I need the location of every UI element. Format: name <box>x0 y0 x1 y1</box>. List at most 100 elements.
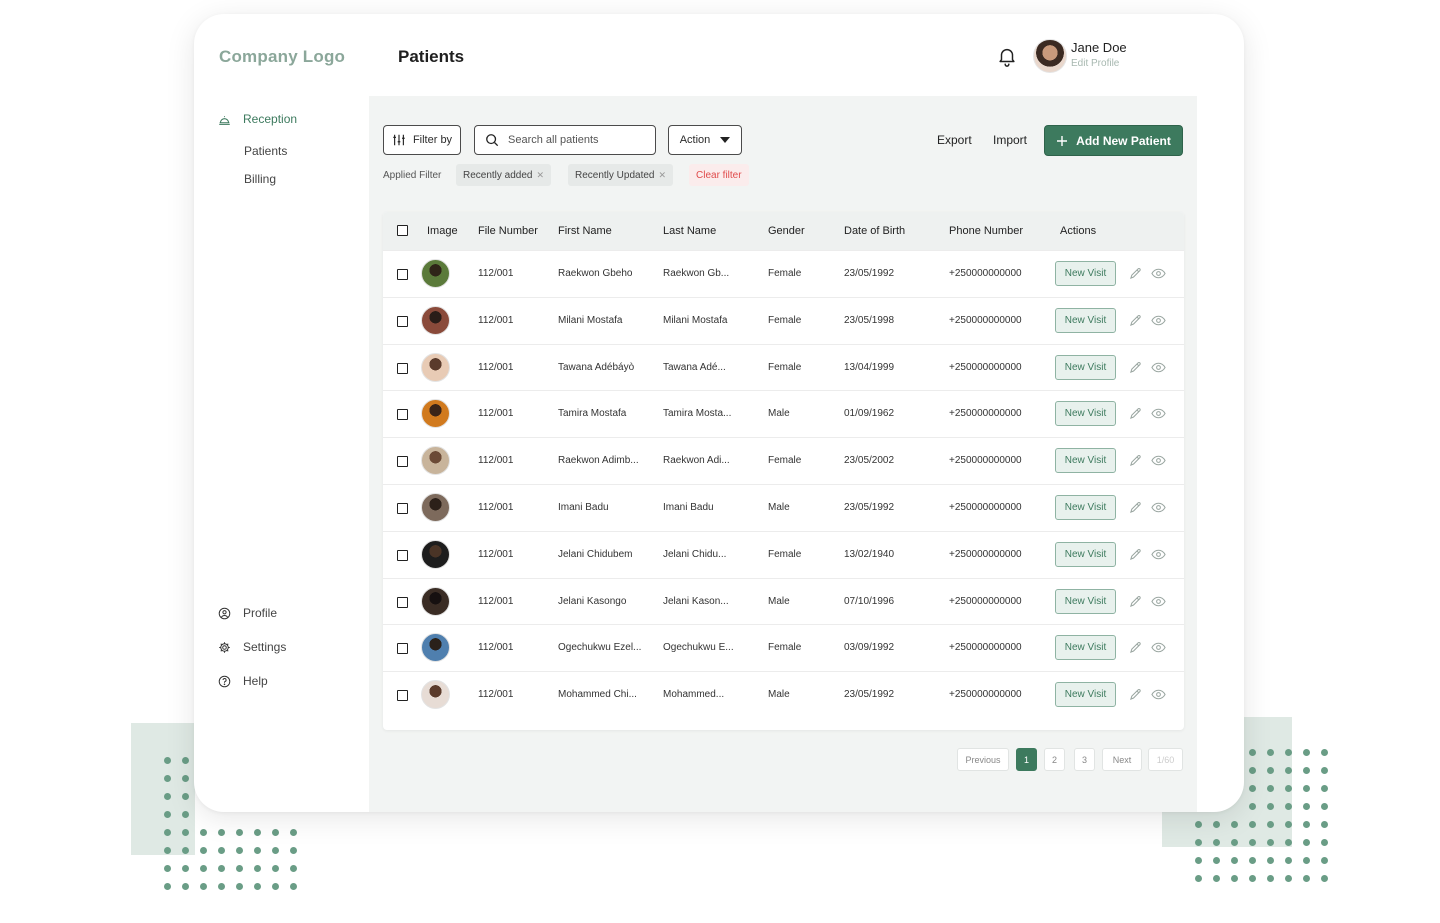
eye-icon[interactable] <box>1151 502 1166 513</box>
filter-chip-recently-updated[interactable]: Recently Updated ✕ <box>568 164 674 186</box>
first-name-cell: Jelani Kasongo <box>558 595 627 607</box>
date-of-birth-cell: 23/05/1992 <box>844 689 895 701</box>
eye-icon[interactable] <box>1151 549 1166 560</box>
row-checkbox[interactable] <box>397 456 408 468</box>
gender-cell: Female <box>768 314 802 326</box>
company-logo: Company Logo <box>219 47 346 66</box>
filter-chip-recently-added[interactable]: Recently added ✕ <box>456 164 552 186</box>
notification-bell-icon[interactable] <box>996 44 1018 68</box>
import-button[interactable]: Import <box>993 133 1027 147</box>
eye-icon[interactable] <box>1151 596 1166 607</box>
sidebar-item-profile[interactable]: Profile <box>218 606 277 620</box>
row-checkbox[interactable] <box>397 549 408 561</box>
eye-icon[interactable] <box>1151 408 1166 419</box>
decor-dot <box>1285 857 1292 864</box>
pencil-icon[interactable] <box>1129 595 1142 608</box>
pagination-previous-button[interactable]: Previous <box>957 748 1009 771</box>
user-avatar[interactable] <box>1033 39 1067 73</box>
row-checkbox[interactable] <box>397 503 408 514</box>
sidebar-item-patients[interactable]: Patients <box>244 144 287 158</box>
edit-profile-link[interactable]: Edit Profile <box>1071 58 1119 69</box>
pencil-icon[interactable] <box>1129 688 1142 701</box>
decor-dot <box>1231 821 1238 828</box>
pencil-icon[interactable] <box>1129 641 1142 654</box>
action-dropdown[interactable]: Action <box>668 125 742 155</box>
decor-dot <box>182 757 189 764</box>
date-of-birth-cell: 23/05/1992 <box>844 502 895 513</box>
close-icon[interactable]: ✕ <box>537 170 545 181</box>
sidebar-item-billing[interactable]: Billing <box>244 172 276 186</box>
add-new-patient-button[interactable]: Add New Patient <box>1044 125 1183 156</box>
pagination-page-3[interactable]: 3 <box>1074 748 1095 771</box>
pagination-page-1[interactable]: 1 <box>1016 748 1037 771</box>
gender-cell: Male <box>768 595 790 607</box>
new-visit-button[interactable]: New Visit <box>1055 401 1116 427</box>
decor-dot <box>182 865 189 872</box>
filter-chip-label: Recently Updated <box>575 169 655 181</box>
table-row: 112/001 Jelani Kasongo Jelani Kason... M… <box>383 577 1184 625</box>
new-visit-button[interactable]: New Visit <box>1055 307 1116 333</box>
new-visit-button[interactable]: New Visit <box>1055 588 1116 614</box>
new-visit-button[interactable]: New Visit <box>1055 448 1116 474</box>
new-visit-button[interactable]: New Visit <box>1055 261 1116 286</box>
decor-dot <box>218 865 225 872</box>
row-checkbox[interactable] <box>397 596 408 608</box>
eye-icon[interactable] <box>1151 455 1166 466</box>
phone-number-cell: +250000000000 <box>949 502 1022 513</box>
file-number-cell: 112/001 <box>478 361 514 373</box>
new-visit-button[interactable]: New Visit <box>1055 354 1116 380</box>
search-input[interactable] <box>508 134 638 146</box>
pagination-page-2[interactable]: 2 <box>1044 748 1065 771</box>
date-of-birth-cell: 07/10/1996 <box>844 595 895 607</box>
filter-by-button[interactable]: Filter by <box>383 125 461 155</box>
search-box[interactable] <box>474 125 656 155</box>
decor-dot <box>1249 785 1256 792</box>
gear-icon <box>219 641 230 653</box>
sidebar-item-settings[interactable]: Settings <box>218 640 286 654</box>
decor-dot <box>1285 839 1292 846</box>
new-visit-button[interactable]: New Visit <box>1055 635 1116 661</box>
row-checkbox[interactable] <box>397 643 408 655</box>
decor-dot <box>272 883 279 890</box>
row-checkbox[interactable] <box>397 409 408 421</box>
file-number-cell: 112/001 <box>478 642 514 654</box>
new-visit-button[interactable]: New Visit <box>1055 682 1116 708</box>
eye-icon[interactable] <box>1151 315 1166 326</box>
patient-avatar <box>421 680 450 710</box>
clear-filter-button[interactable]: Clear filter <box>689 164 749 186</box>
date-of-birth-cell: 03/09/1992 <box>844 642 895 654</box>
eye-icon[interactable] <box>1151 268 1166 279</box>
file-number-cell: 112/001 <box>478 314 514 326</box>
pencil-icon[interactable] <box>1129 454 1142 467</box>
pencil-icon[interactable] <box>1129 407 1142 420</box>
sidebar-item-reception[interactable]: Reception <box>218 112 297 126</box>
row-checkbox[interactable] <box>397 690 408 702</box>
new-visit-button[interactable]: New Visit <box>1055 541 1116 567</box>
column-header-image: Image <box>427 225 458 237</box>
row-checkbox[interactable] <box>397 362 408 374</box>
table-row: 112/001 Tamira Mostafa Tamira Mosta... M… <box>383 390 1184 438</box>
new-visit-button[interactable]: New Visit <box>1055 495 1116 520</box>
pencil-icon[interactable] <box>1129 548 1142 561</box>
user-name: Jane Doe <box>1071 40 1127 55</box>
phone-number-cell: +250000000000 <box>949 361 1022 373</box>
row-checkbox[interactable] <box>397 315 408 327</box>
export-button[interactable]: Export <box>937 133 972 147</box>
close-icon[interactable]: ✕ <box>659 170 667 181</box>
select-all-checkbox[interactable] <box>397 225 408 236</box>
eye-icon[interactable] <box>1151 362 1166 373</box>
sidebar-item-help[interactable]: Help <box>218 674 268 688</box>
decor-dot <box>1285 785 1292 792</box>
pencil-icon[interactable] <box>1129 501 1142 514</box>
row-checkbox[interactable] <box>397 269 408 280</box>
decor-dot <box>236 847 243 854</box>
eye-icon[interactable] <box>1151 689 1166 700</box>
eye-icon[interactable] <box>1151 642 1166 653</box>
decor-dot <box>1303 875 1310 882</box>
pencil-icon[interactable] <box>1129 267 1142 280</box>
pencil-icon[interactable] <box>1129 314 1142 327</box>
sidebar-item-label: Reception <box>243 112 298 126</box>
pencil-icon[interactable] <box>1129 361 1142 374</box>
decor-dot <box>218 829 225 836</box>
pagination-next-button[interactable]: Next <box>1102 748 1142 771</box>
